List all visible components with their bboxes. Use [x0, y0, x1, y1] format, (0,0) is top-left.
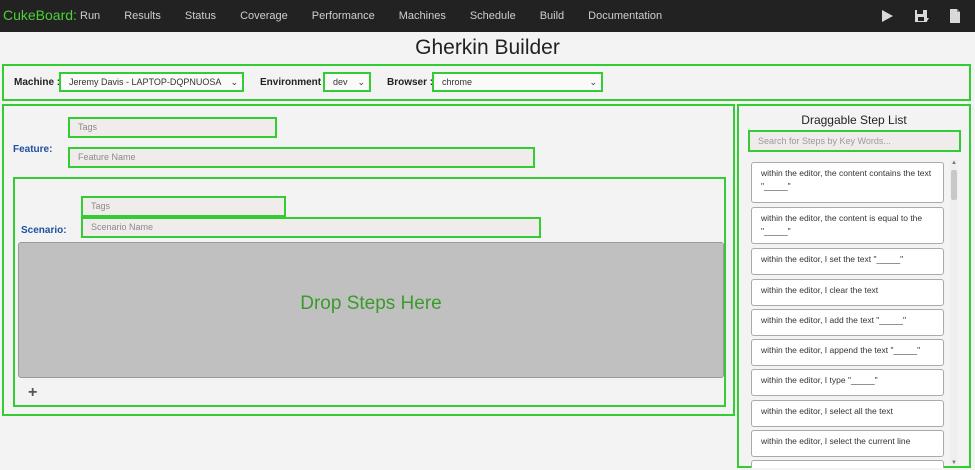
nav-menu: Run Results Status Coverage Performance … — [80, 0, 686, 32]
save-icon[interactable] — [913, 8, 929, 24]
config-bar: Machine : Jeremy Davis - LAPTOP-DQPNUOSA… — [2, 64, 971, 101]
chevron-down-icon: ⌄ — [230, 77, 238, 87]
step-item[interactable]: within the editor, I append the text "__… — [751, 339, 944, 366]
add-scenario-button[interactable]: + — [28, 384, 37, 402]
nav-item-performance[interactable]: Performance — [312, 0, 375, 32]
browser-select-value: chrome — [442, 77, 473, 87]
machine-label: Machine : — [14, 77, 61, 88]
scenario-label: Scenario: — [21, 225, 67, 236]
step-item[interactable]: within the editor, the content contains … — [751, 162, 944, 203]
step-list-scrollbar[interactable]: ▲ ▼ — [950, 160, 958, 466]
scenario-tags-placeholder: Tags — [91, 201, 111, 211]
scenario-box: Tags Scenario: Scenario Name Drop Steps … — [13, 177, 726, 407]
step-item[interactable]: within the editor, I add the text "_____… — [751, 309, 944, 336]
machine-select[interactable]: Jeremy Davis - LAPTOP-DQPNUOSA ⌄ — [59, 72, 244, 92]
nav-item-status[interactable]: Status — [185, 0, 216, 32]
nav-item-results[interactable]: Results — [124, 0, 161, 32]
step-item[interactable]: within the editor, I clear the text — [751, 279, 944, 306]
chevron-down-icon: ⌄ — [589, 77, 597, 87]
scenario-tags-input[interactable]: Tags — [81, 196, 286, 217]
draggable-step-list-panel: Draggable Step List Search for Steps by … — [737, 104, 971, 468]
feature-name-input[interactable]: Feature Name — [68, 147, 535, 168]
page-title: Gherkin Builder — [415, 36, 560, 59]
file-icon[interactable] — [947, 8, 963, 24]
step-search-input[interactable]: Search for Steps by Key Words... — [748, 130, 961, 152]
step-item-partial[interactable] — [751, 460, 944, 468]
brand-logo[interactable]: CukeBoard: — [3, 7, 77, 23]
nav-item-build[interactable]: Build — [540, 0, 564, 32]
nav-item-documentation[interactable]: Documentation — [588, 0, 662, 32]
scenario-name-placeholder: Scenario Name — [91, 222, 154, 232]
step-item[interactable]: within the editor, I set the text "_____… — [751, 248, 944, 275]
play-icon[interactable] — [879, 8, 895, 24]
chevron-down-icon: ⌄ — [357, 77, 365, 87]
drop-zone-text: Drop Steps Here — [300, 293, 442, 314]
step-search-placeholder: Search for Steps by Key Words... — [758, 136, 891, 146]
nav-item-schedule[interactable]: Schedule — [470, 0, 516, 32]
nav-item-run[interactable]: Run — [80, 0, 100, 32]
step-list-title: Draggable Step List — [801, 113, 907, 127]
scrollbar-thumb[interactable] — [951, 170, 957, 200]
environment-label: Environment : — [260, 77, 328, 88]
step-item[interactable]: within the editor, I type "_____" — [751, 369, 944, 396]
step-drop-zone[interactable]: Drop Steps Here — [18, 242, 724, 378]
feature-tags-placeholder: Tags — [78, 122, 98, 132]
step-item[interactable]: within the editor, I select the current … — [751, 430, 944, 457]
top-navbar: CukeBoard: Run Results Status Coverage P… — [0, 0, 975, 32]
nav-item-coverage[interactable]: Coverage — [240, 0, 288, 32]
machine-select-value: Jeremy Davis - LAPTOP-DQPNUOSA — [69, 77, 222, 87]
scroll-down-arrow-icon[interactable]: ▼ — [951, 460, 957, 466]
feature-tags-input[interactable]: Tags — [68, 117, 277, 138]
nav-actions — [861, 0, 963, 32]
scroll-up-arrow-icon[interactable]: ▲ — [951, 160, 957, 166]
scenario-name-input[interactable]: Scenario Name — [81, 217, 541, 238]
feature-name-placeholder: Feature Name — [78, 152, 136, 162]
browser-select[interactable]: chrome ⌄ — [432, 72, 603, 92]
browser-label: Browser : — [387, 77, 434, 88]
step-list: within the editor, the content contains … — [751, 160, 946, 468]
feature-label: Feature: — [13, 144, 53, 155]
gherkin-builder-panel: Tags Feature: Feature Name Tags Scenario… — [2, 104, 735, 416]
step-item[interactable]: within the editor, I select all the text — [751, 400, 944, 427]
nav-item-machines[interactable]: Machines — [399, 0, 446, 32]
step-item[interactable]: within the editor, the content is equal … — [751, 207, 944, 244]
environment-select[interactable]: dev ⌄ — [323, 72, 371, 92]
environment-select-value: dev — [333, 77, 348, 87]
